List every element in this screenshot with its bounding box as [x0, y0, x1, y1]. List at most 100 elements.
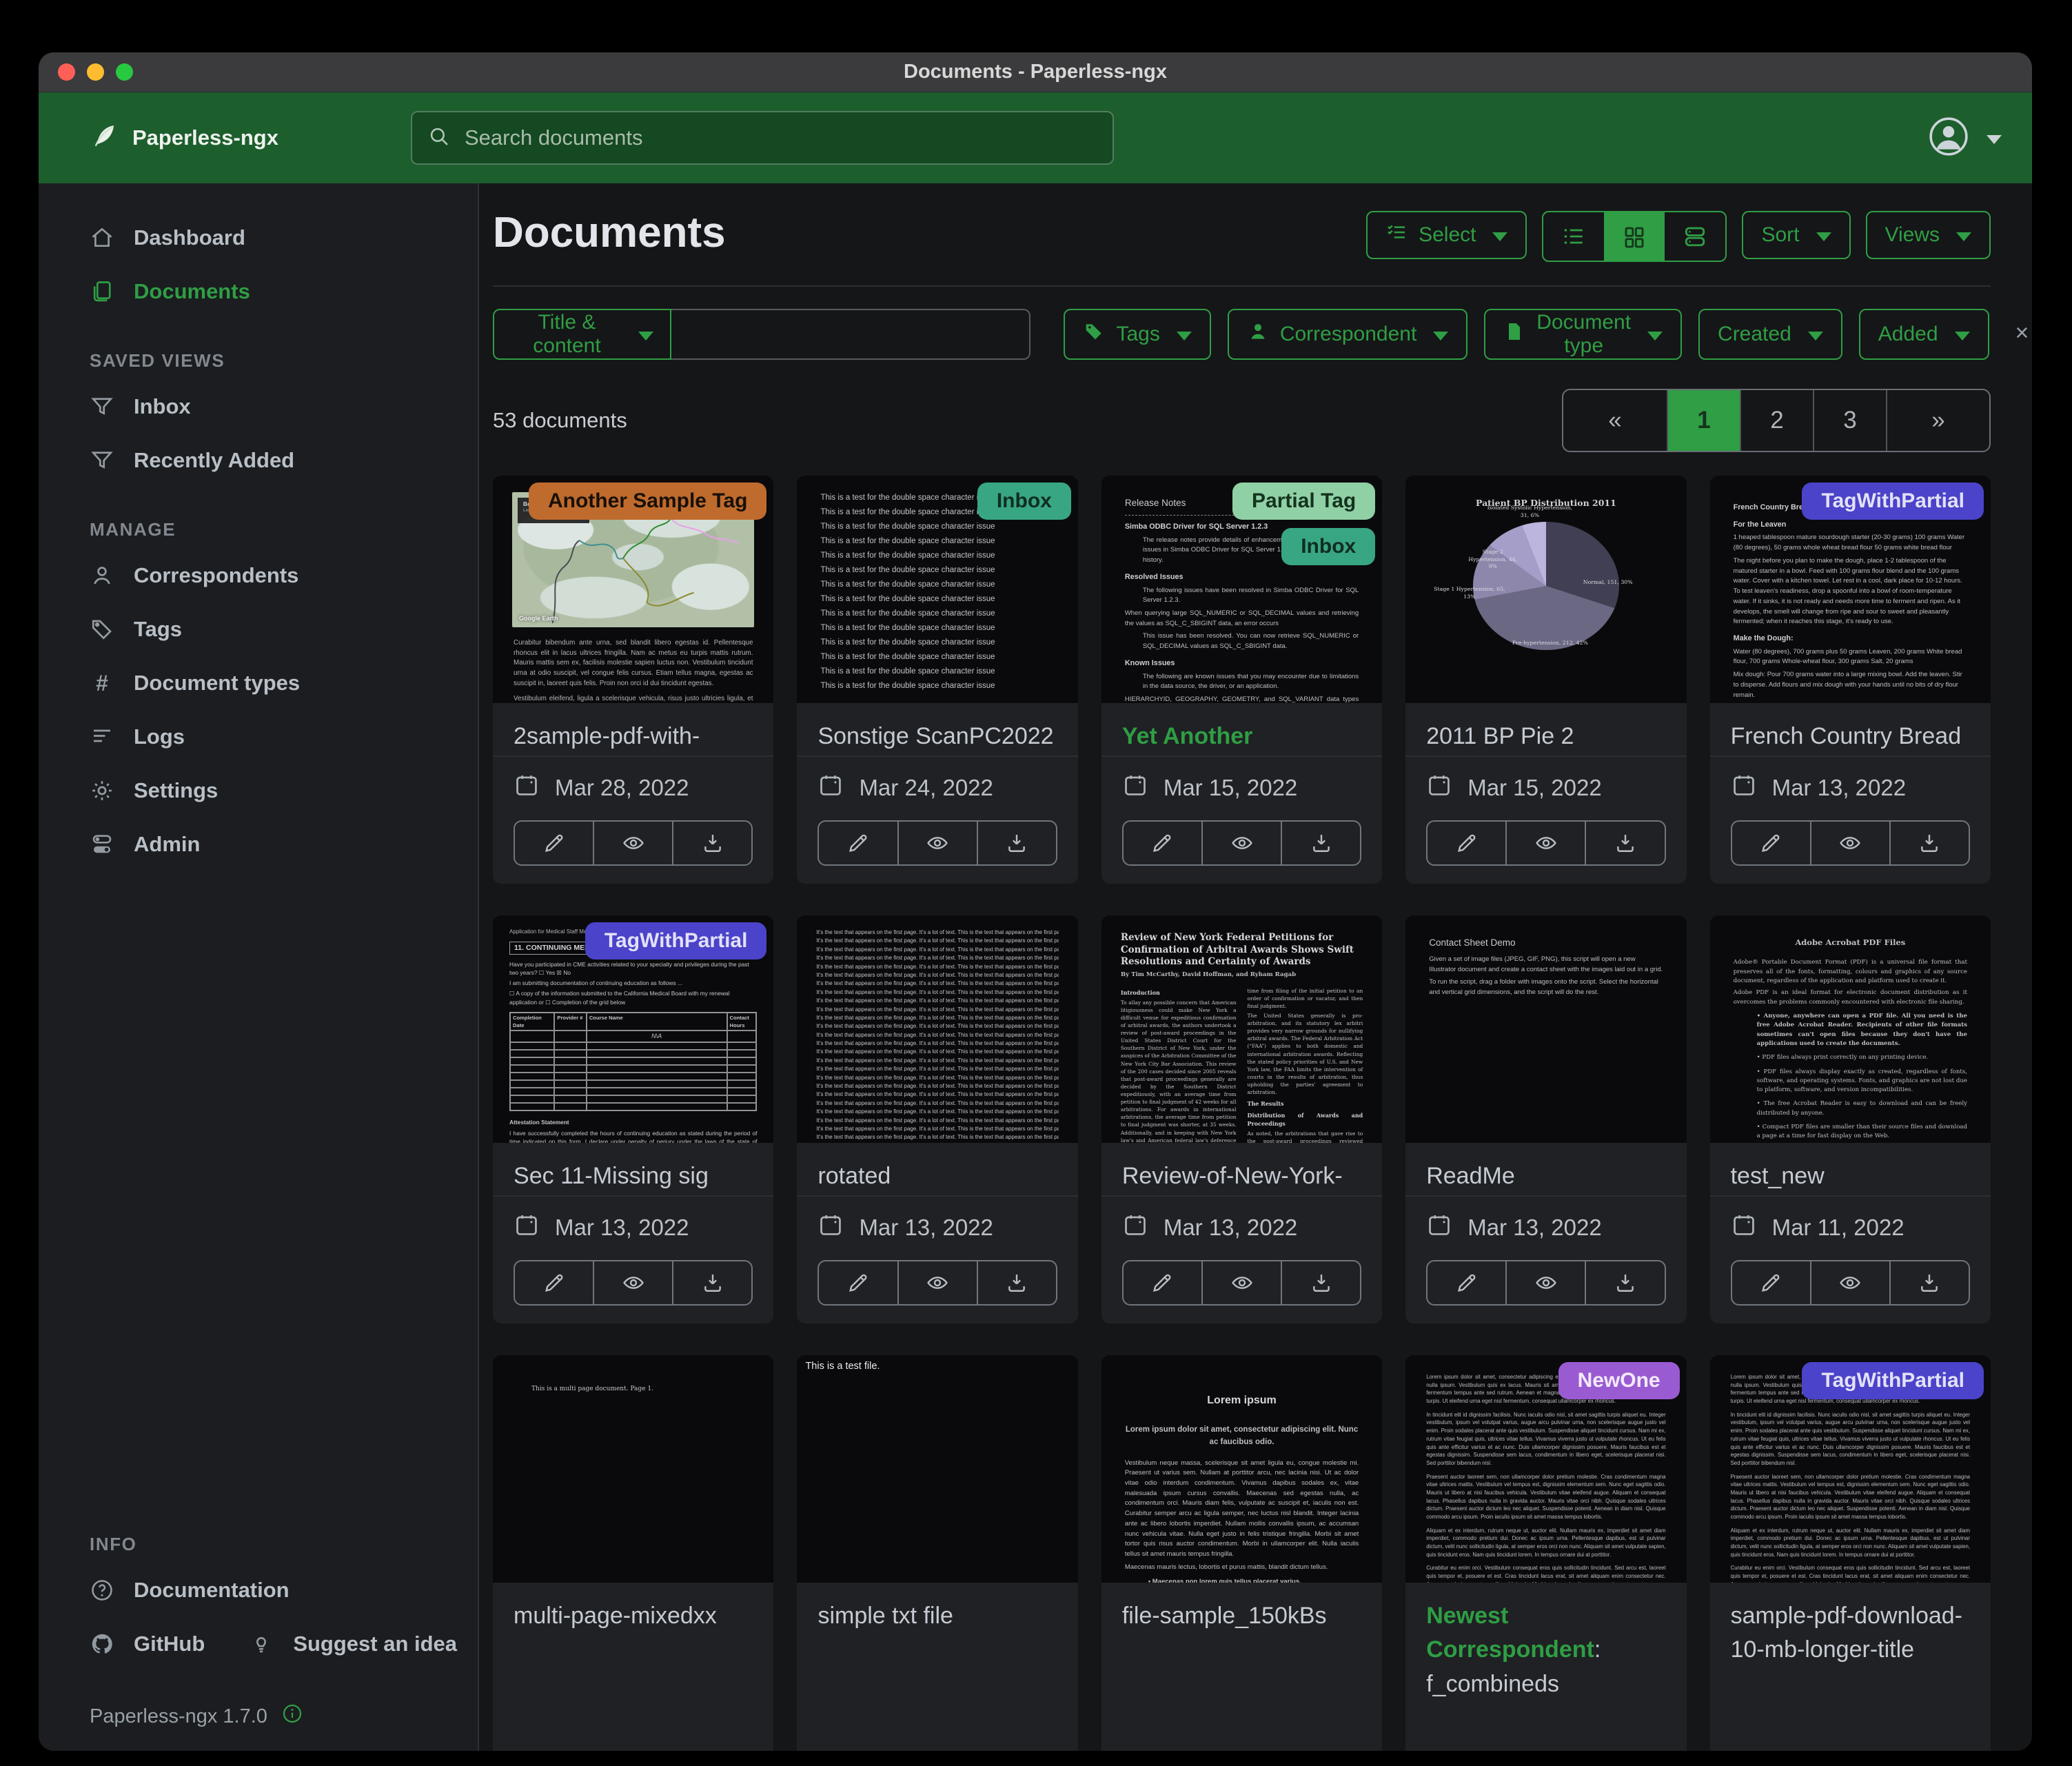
sidebar-item-tags[interactable]: Tags: [90, 602, 457, 656]
document-title[interactable]: Newest Correspondent: f_combineds: [1405, 1583, 1686, 1751]
document-card[interactable]: Another Sample Tag Boundary Waters TripL…: [493, 476, 773, 884]
edit-button[interactable]: [1428, 822, 1505, 864]
document-title[interactable]: Sec 11-Missing sig: [493, 1143, 773, 1195]
info-circle-icon[interactable]: [281, 1703, 303, 1730]
select-dropdown-button[interactable]: Select: [1366, 211, 1527, 259]
sidebar-item-admin[interactable]: Admin: [90, 818, 457, 871]
edit-button[interactable]: [1732, 822, 1810, 864]
document-title[interactable]: Review-of-New-York-Federal-Petitions-art…: [1101, 1143, 1382, 1195]
document-title[interactable]: Sonstige ScanPC2022 03-24_081058: [797, 703, 1077, 755]
document-card[interactable]: Partial TagInbox Release NotesSimba ODBC…: [1101, 476, 1382, 884]
pagination-page-3[interactable]: 3: [1813, 390, 1886, 451]
download-button[interactable]: [672, 1261, 751, 1304]
sidebar-item-document-types[interactable]: # Document types: [90, 656, 457, 710]
download-button[interactable]: [977, 822, 1056, 864]
correspondent-filter-button[interactable]: Correspondent: [1228, 309, 1467, 360]
document-title[interactable]: Yet Another Correspondent: Testing Email: [1101, 703, 1382, 755]
grid-view-button[interactable]: [1604, 212, 1665, 261]
document-card[interactable]: Adobe Acrobat PDF FilesAdobe® Portable D…: [1710, 915, 1991, 1323]
tag-badge[interactable]: TagWithPartial: [585, 922, 767, 960]
tag-badge[interactable]: Another Sample Tag: [529, 483, 766, 520]
view-button[interactable]: [897, 1261, 977, 1304]
document-title[interactable]: rotated: [797, 1143, 1077, 1195]
view-button[interactable]: [1505, 822, 1585, 864]
document-card[interactable]: Lorem ipsumLorem ipsum dolor sit amet, c…: [1101, 1355, 1382, 1751]
edit-button[interactable]: [1124, 1261, 1201, 1304]
sidebar-item-recently-added[interactable]: Recently Added: [90, 434, 457, 487]
app-brand[interactable]: Paperless-ngx: [90, 121, 411, 155]
view-button[interactable]: [1201, 822, 1281, 864]
views-dropdown-button[interactable]: Views: [1866, 211, 1991, 259]
sort-dropdown-button[interactable]: Sort: [1742, 211, 1850, 259]
document-card[interactable]: Inbox This is a test for the double spac…: [797, 476, 1077, 884]
edit-button[interactable]: [1124, 822, 1201, 864]
view-button[interactable]: [1505, 1261, 1585, 1304]
window-close-button[interactable]: [58, 63, 75, 81]
filter-field-dropdown[interactable]: Title & content: [493, 309, 671, 360]
document-card[interactable]: Patient BP Distribution 2011Normal, 151,…: [1405, 476, 1686, 884]
document-title[interactable]: test_new: [1710, 1143, 1991, 1195]
document-title[interactable]: French Country Bread Revised.docx: [1710, 703, 1991, 755]
view-button[interactable]: [593, 822, 672, 864]
pagination-page-1[interactable]: 1: [1667, 390, 1740, 451]
edit-button[interactable]: [1428, 1261, 1505, 1304]
view-button[interactable]: [1201, 1261, 1281, 1304]
document-type-filter-button[interactable]: Document type: [1484, 309, 1682, 360]
pagination-page-2[interactable]: 2: [1740, 390, 1813, 451]
download-button[interactable]: [1889, 822, 1969, 864]
tag-badge[interactable]: TagWithPartial: [1802, 483, 1984, 520]
document-title[interactable]: 2011 BP Pie 2: [1405, 703, 1686, 755]
sidebar-item-dashboard[interactable]: Dashboard: [90, 211, 457, 265]
window-minimize-button[interactable]: [87, 63, 104, 81]
added-filter-button[interactable]: Added: [1859, 309, 1989, 360]
edit-button[interactable]: [819, 1261, 897, 1304]
document-title[interactable]: file-sample_150kBs: [1101, 1583, 1382, 1751]
document-card[interactable]: Review of New York Federal Petitions for…: [1101, 915, 1382, 1323]
document-title[interactable]: 2sample-pdf-with-images: [493, 703, 773, 755]
download-button[interactable]: [672, 822, 751, 864]
tag-badge[interactable]: TagWithPartial: [1802, 1362, 1984, 1399]
view-button[interactable]: [1810, 1261, 1889, 1304]
pagination-prev-button[interactable]: «: [1563, 390, 1667, 451]
sidebar-item-documentation[interactable]: Documentation: [90, 1563, 457, 1617]
document-card[interactable]: TagWithPartial Application for Medical S…: [493, 915, 773, 1323]
search-bar[interactable]: [411, 111, 1114, 165]
download-button[interactable]: [977, 1261, 1056, 1304]
download-button[interactable]: [1281, 1261, 1360, 1304]
detail-view-button[interactable]: [1665, 212, 1725, 261]
sidebar-item-documents[interactable]: Documents: [90, 265, 457, 318]
document-card[interactable]: TagWithPartial Lorem ipsum dolor sit ame…: [1710, 1355, 1991, 1751]
created-filter-button[interactable]: Created: [1698, 309, 1842, 360]
document-title[interactable]: sample-pdf-download-10-mb-longer-title: [1710, 1583, 1991, 1751]
sidebar-item-suggest-idea[interactable]: Suggest an idea: [249, 1617, 457, 1671]
sidebar-item-correspondents[interactable]: Correspondents: [90, 549, 457, 602]
sidebar-item-inbox[interactable]: Inbox: [90, 380, 457, 434]
edit-button[interactable]: [1732, 1261, 1810, 1304]
edit-button[interactable]: [819, 822, 897, 864]
view-button[interactable]: [593, 1261, 672, 1304]
view-button[interactable]: [1810, 822, 1889, 864]
tag-badge[interactable]: Inbox: [977, 483, 1071, 520]
window-zoom-button[interactable]: [116, 63, 133, 81]
filter-query-input[interactable]: [671, 309, 1031, 360]
tag-badge[interactable]: NewOne: [1558, 1362, 1680, 1399]
tags-filter-button[interactable]: Tags: [1064, 309, 1210, 360]
tag-badge[interactable]: Partial Tag: [1232, 483, 1375, 520]
sidebar-item-github[interactable]: GitHub: [90, 1617, 205, 1671]
document-card[interactable]: NewOne Lorem ipsum dolor sit amet, conse…: [1405, 1355, 1686, 1751]
document-card[interactable]: It's the text that appears on the first …: [797, 915, 1077, 1323]
search-input[interactable]: [463, 125, 1097, 151]
reset-filters-button[interactable]: × Reset filters: [2015, 309, 2032, 359]
document-card[interactable]: This is a multi page document. Page 1. m…: [493, 1355, 773, 1751]
document-title[interactable]: multi-page-mixedxx: [493, 1583, 773, 1751]
sidebar-item-settings[interactable]: Settings: [90, 764, 457, 818]
view-button[interactable]: [897, 822, 977, 864]
document-title[interactable]: ReadMe: [1405, 1143, 1686, 1195]
document-correspondent[interactable]: Newest Correspondent: [1426, 1603, 1594, 1663]
document-card[interactable]: Contact Sheet DemoGiven a set of image f…: [1405, 915, 1686, 1323]
tag-badge[interactable]: Inbox: [1281, 528, 1375, 565]
document-title[interactable]: simple txt file: [797, 1583, 1077, 1751]
list-view-button[interactable]: [1543, 212, 1604, 261]
edit-button[interactable]: [515, 1261, 593, 1304]
document-correspondent[interactable]: Yet Another Correspondent: [1122, 723, 1290, 755]
